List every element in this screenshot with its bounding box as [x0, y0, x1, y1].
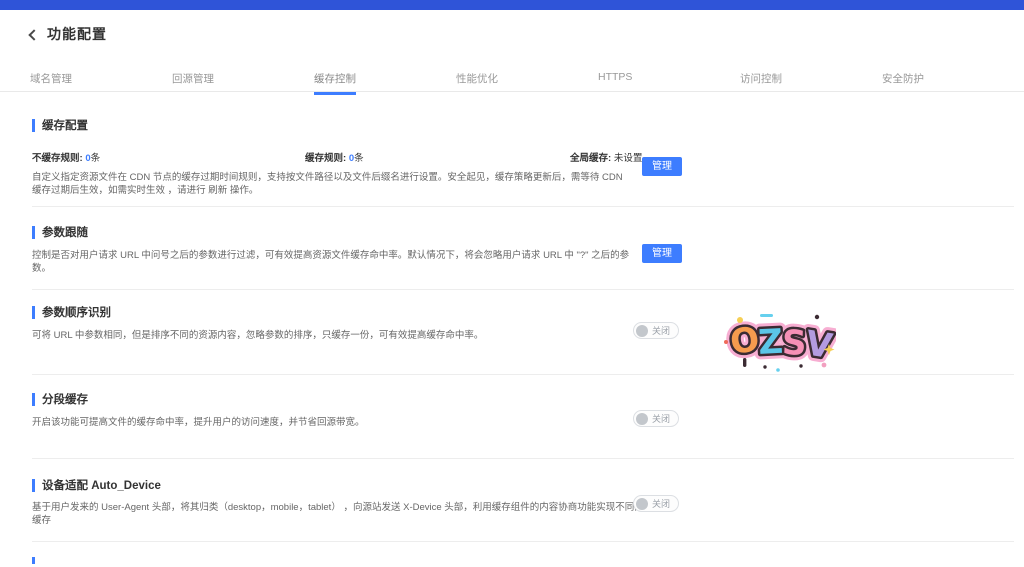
tab-bar: 域名管理 回源管理 缓存控制 性能优化 HTTPS 访问控制 安全防护: [0, 63, 1024, 92]
toggle-knob-icon: [636, 498, 648, 510]
tab-cache-control[interactable]: 缓存控制: [314, 63, 456, 91]
toggle-knob-icon: [636, 325, 648, 337]
section-cache-config: 缓存配置 不缓存规则: 0条 缓存规则: 0条 全局缓存: 未设置 自定义指定资…: [32, 91, 1014, 207]
page-title: 功能配置: [47, 24, 107, 44]
section-description: 开启该功能可提高文件的缓存命中率，提升用户的访问速度，并节省回源带宽。: [32, 416, 630, 429]
param-order-toggle[interactable]: 关闭: [633, 322, 679, 339]
stat-cache-rules: 缓存规则: 0条: [305, 150, 570, 164]
tab-domain-management[interactable]: 域名管理: [30, 63, 172, 91]
section-param-follow: 参数跟随 控制是否对用户请求 URL 中问号之后的参数进行过滤，可有效提高资源文…: [32, 207, 1014, 290]
main-content: 缓存配置 不缓存规则: 0条 缓存规则: 0条 全局缓存: 未设置 自定义指定资…: [0, 91, 1024, 542]
back-icon[interactable]: [28, 29, 39, 40]
tab-security[interactable]: 安全防护: [882, 63, 1024, 91]
toggle-label: 关闭: [652, 412, 670, 425]
page-header: 功能配置: [30, 24, 107, 44]
stat-global-cache: 全局缓存: 未设置: [570, 150, 642, 164]
tab-https[interactable]: HTTPS: [598, 63, 740, 91]
section-title: 设备适配 Auto_Device: [32, 477, 1014, 493]
ozsv-graffiti-sticker: OZSV OZSV OZSV: [720, 308, 836, 374]
stat-value: 未设置: [614, 153, 643, 164]
section-range-cache: 分段缓存 开启该功能可提高文件的缓存命中率，提升用户的访问速度，并节省回源带宽。…: [32, 375, 1014, 459]
device-adapt-toggle[interactable]: 关闭: [633, 495, 679, 512]
section-title: 分段缓存: [32, 391, 1014, 407]
section-param-order: 参数顺序识别 可将 URL 中参数相同，但是排序不同的资源内容，忽略参数的排序，…: [32, 290, 1014, 375]
tab-performance[interactable]: 性能优化: [456, 63, 598, 91]
section-device-adapt: 设备适配 Auto_Device 基于用户发来的 User-Agent 头部，将…: [32, 459, 1014, 542]
tab-access-control[interactable]: 访问控制: [740, 63, 882, 91]
cache-stats-row: 不缓存规则: 0条 缓存规则: 0条 全局缓存: 未设置: [32, 150, 1014, 164]
section-description: 可将 URL 中参数相同，但是排序不同的资源内容，忽略参数的排序，只缓存一份，可…: [32, 329, 630, 342]
section-title: 缓存配置: [32, 117, 1014, 133]
manage-cache-config-button[interactable]: 管理: [642, 157, 682, 176]
section-title: 参数跟随: [32, 224, 1014, 240]
manage-param-follow-button[interactable]: 管理: [642, 244, 682, 263]
section-description: 自定义指定资源文件在 CDN 节点的缓存过期时间规则，支持按文件路径以及文件后缀…: [32, 171, 630, 197]
top-accent-bar: [0, 0, 1024, 10]
toggle-label: 关闭: [652, 497, 670, 510]
toggle-label: 关闭: [652, 324, 670, 337]
toggle-knob-icon: [636, 413, 648, 425]
range-cache-toggle[interactable]: 关闭: [633, 410, 679, 427]
section-title: 参数顺序识别: [32, 304, 1014, 320]
next-section-accent-bar: [32, 557, 35, 564]
stat-no-cache-rules: 不缓存规则: 0条: [32, 150, 305, 164]
section-description: 基于用户发来的 User-Agent 头部，将其归类（desktop，mobil…: [32, 501, 672, 527]
tab-origin-management[interactable]: 回源管理: [172, 63, 314, 91]
section-description: 控制是否对用户请求 URL 中问号之后的参数进行过滤，可有效提高资源文件缓存命中…: [32, 249, 632, 275]
